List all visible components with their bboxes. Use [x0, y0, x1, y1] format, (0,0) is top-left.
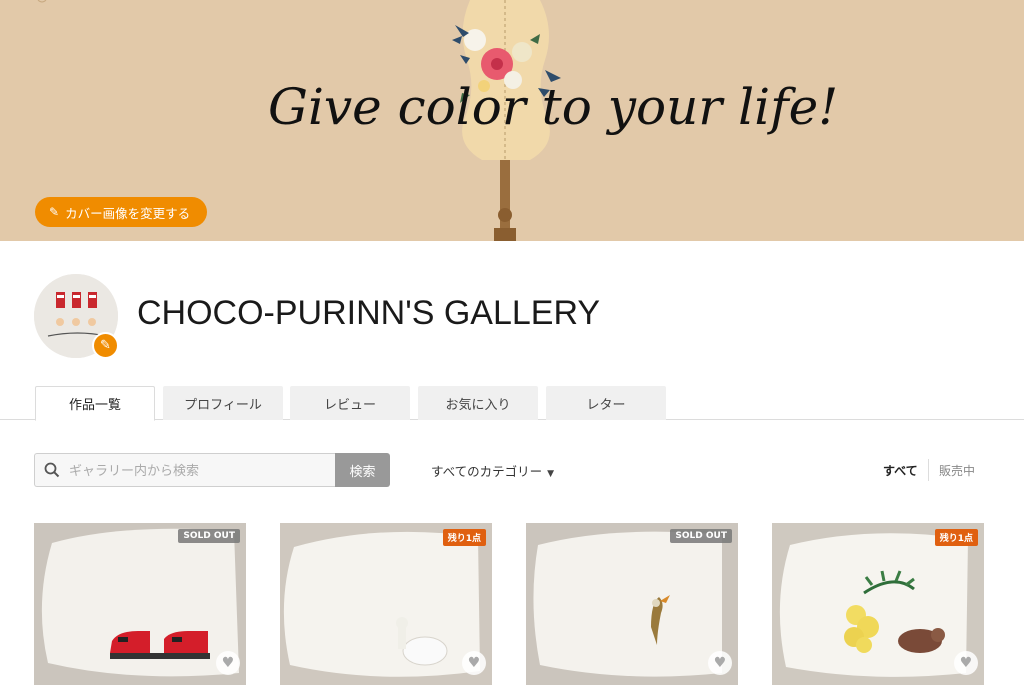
filter-divider	[928, 459, 929, 481]
product-image	[526, 523, 738, 685]
favorite-heart-icon[interactable]: ♥	[216, 651, 240, 675]
product-image	[34, 523, 246, 685]
status-badge: SOLD OUT	[178, 529, 240, 543]
tab-reviews[interactable]: レビュー	[290, 386, 410, 420]
product-card[interactable]: 残り1点 ♥	[772, 523, 984, 685]
status-badge: 残り1点	[934, 529, 978, 546]
gallery-search	[34, 453, 336, 488]
search-button[interactable]: 検索	[335, 453, 390, 487]
search-icon	[44, 462, 60, 478]
product-card[interactable]: 残り1点 ♥	[280, 523, 492, 685]
product-image	[772, 523, 984, 685]
change-cover-button[interactable]: ✎ カバー画像を変更する	[35, 197, 207, 227]
tab-works[interactable]: 作品一覧	[35, 386, 155, 421]
cover-image: Give color to your life! ✎ カバー画像を変更する	[0, 0, 1024, 241]
filter-on-sale[interactable]: 販売中	[939, 462, 975, 479]
product-image	[280, 523, 492, 685]
status-badge: 残り1点	[442, 529, 486, 546]
category-selected: すべてのカテゴリー	[431, 464, 543, 479]
favorite-heart-icon[interactable]: ♥	[954, 651, 978, 675]
change-cover-label: カバー画像を変更する	[65, 205, 191, 221]
pencil-icon: ✎	[49, 205, 60, 219]
search-input[interactable]	[67, 454, 331, 488]
favorite-heart-icon[interactable]: ♥	[708, 651, 732, 675]
tab-favorites[interactable]: お気に入り	[418, 386, 538, 420]
tab-profile[interactable]: プロフィール	[163, 386, 283, 420]
favorite-heart-icon[interactable]: ♥	[462, 651, 486, 675]
gallery-name: CHOCO-PURINN'S GALLERY	[137, 294, 601, 332]
category-dropdown[interactable]: すべてのカテゴリー ▼	[431, 461, 554, 480]
edit-avatar-button[interactable]: ✎	[92, 332, 119, 359]
cover-title: Give color to your life!	[268, 78, 839, 136]
caret-down-icon: ▼	[547, 469, 555, 479]
product-card[interactable]: SOLD OUT ♥	[34, 523, 246, 685]
product-card[interactable]: SOLD OUT ♥	[526, 523, 738, 685]
pencil-icon: ✎	[100, 338, 111, 353]
status-badge: SOLD OUT	[670, 529, 732, 543]
tab-letters[interactable]: レター	[546, 386, 666, 420]
filter-all[interactable]: すべて	[883, 462, 918, 479]
